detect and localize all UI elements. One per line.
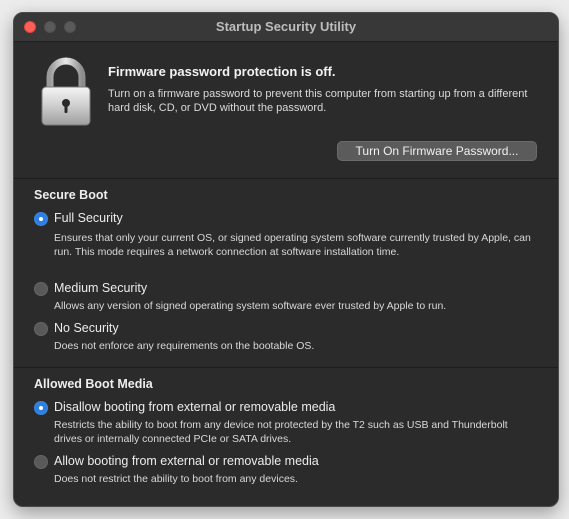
no-security-label[interactable]: No Security — [54, 321, 119, 335]
padlock-icon — [41, 57, 91, 126]
no-security-description: Does not enforce any requirements on the… — [54, 340, 315, 352]
disallow-external-boot-radio[interactable] — [34, 401, 48, 415]
medium-security-radio[interactable] — [34, 282, 48, 296]
firmware-description: Turn on a firmware password to prevent t… — [108, 88, 528, 114]
allow-external-boot-radio[interactable] — [34, 455, 48, 469]
disallow-external-boot-label[interactable]: Disallow booting from external or remova… — [54, 400, 335, 414]
no-security-radio[interactable] — [34, 322, 48, 336]
full-security-radio[interactable] — [34, 212, 48, 226]
medium-security-description: Allows any version of signed operating s… — [54, 300, 447, 312]
allow-external-boot-label[interactable]: Allow booting from external or removable… — [54, 454, 319, 468]
full-security-description: Ensures that only your current OS, or si… — [54, 232, 531, 258]
firmware-status-heading: Firmware password protection is off. — [108, 64, 336, 79]
allow-external-boot-description: Does not restrict the ability to boot fr… — [54, 473, 298, 485]
section-divider — [14, 367, 558, 368]
title-bar[interactable]: Startup Security Utility — [14, 13, 558, 42]
startup-security-utility-window: Startup Security Utility Firmware passwo… — [13, 12, 559, 507]
window-title: Startup Security Utility — [215, 19, 357, 34]
medium-security-label[interactable]: Medium Security — [54, 281, 147, 295]
secure-boot-title: Secure Boot — [34, 188, 108, 202]
section-divider — [14, 178, 558, 179]
full-security-label[interactable]: Full Security — [54, 211, 123, 225]
disallow-external-boot-description: Restricts the ability to boot from any d… — [54, 419, 508, 445]
turn-on-firmware-password-button[interactable]: Turn On Firmware Password... — [337, 141, 537, 161]
allowed-boot-media-title: Allowed Boot Media — [34, 377, 153, 391]
